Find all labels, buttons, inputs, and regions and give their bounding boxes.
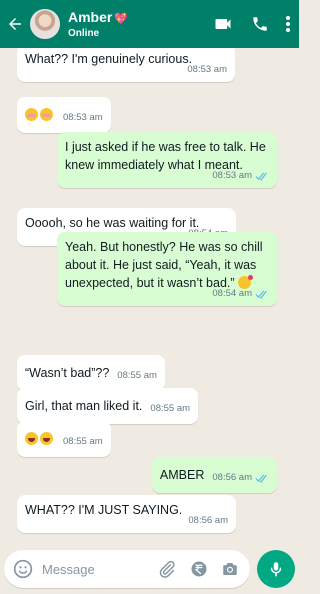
message-time: 08:53 am [187, 64, 227, 75]
message-bubble-incoming[interactable]: What?? I'm genuinely curious. 08:53 am [17, 48, 235, 82]
message-input[interactable]: Message [42, 562, 95, 577]
laughing-emoji-icon [25, 432, 38, 445]
read-ticks-icon [255, 290, 267, 299]
attach-icon[interactable] [158, 560, 176, 578]
message-text: Girl, that man liked it. [25, 399, 143, 413]
read-ticks-icon [255, 172, 267, 181]
message-time: 08:56 am [212, 472, 252, 483]
message-input-box[interactable]: Message [4, 550, 250, 588]
message-bubble-outgoing[interactable]: AMBER 08:56 am [151, 457, 277, 493]
contact-info[interactable]: Amber 💖 Online [68, 9, 128, 40]
message-time: 08:53 am [212, 170, 252, 181]
camera-icon[interactable] [221, 560, 239, 578]
message-time: 08:56 am [188, 515, 228, 526]
message-bubble-incoming[interactable]: WHAT?? I'M JUST SAYING. 08:56 am [17, 495, 236, 533]
message-time: 08:53 am [63, 112, 103, 123]
message-bubble-outgoing[interactable]: Yeah. But honestly? He was so chill abou… [57, 232, 277, 306]
message-emojis [25, 106, 55, 124]
laughing-emoji-icon [40, 432, 53, 445]
message-text: “Wasn’t bad”?? [25, 366, 110, 380]
voice-message-button[interactable] [257, 550, 295, 588]
read-ticks-icon [255, 474, 267, 483]
message-bubble-incoming[interactable]: 08:53 am [17, 97, 111, 133]
message-bubble-incoming[interactable]: 08:55 am [17, 421, 111, 457]
composer-bar: Message [0, 544, 299, 594]
flushed-emoji-icon [25, 108, 38, 121]
heart-icon: 💖 [114, 12, 129, 25]
contact-status: Online [68, 27, 100, 39]
voice-call-icon[interactable] [251, 15, 269, 33]
message-time: 08:55 am [63, 436, 103, 447]
message-time: 08:55 am [117, 370, 157, 381]
message-emojis [25, 430, 55, 448]
emoji-icon[interactable] [13, 559, 33, 579]
chat-header: Amber 💖 Online [0, 0, 299, 48]
microphone-icon [270, 562, 282, 577]
message-bubble-incoming[interactable]: Girl, that man liked it. 08:55 am [17, 388, 199, 424]
payment-icon[interactable] [190, 560, 208, 578]
contact-avatar[interactable] [30, 9, 60, 39]
message-text: Yeah. But honestly? He was so chill abou… [65, 240, 263, 290]
message-bubble-outgoing[interactable]: I just asked if he was free to talk. He … [57, 132, 277, 188]
message-time: 08:55 am [150, 403, 191, 414]
back-arrow-icon[interactable] [6, 15, 28, 33]
message-list[interactable]: What?? I'm genuinely curious. 08:53 am 0… [0, 48, 299, 544]
message-time: 08:54 am [212, 288, 252, 299]
message-bubble-incoming[interactable]: “Wasn’t bad”?? 08:55 am [17, 355, 165, 391]
contact-name: Amber [68, 8, 113, 25]
video-call-icon[interactable] [213, 14, 233, 34]
more-options-icon[interactable] [285, 15, 291, 33]
flushed-emoji-icon [40, 108, 53, 121]
message-text: AMBER [159, 468, 205, 482]
